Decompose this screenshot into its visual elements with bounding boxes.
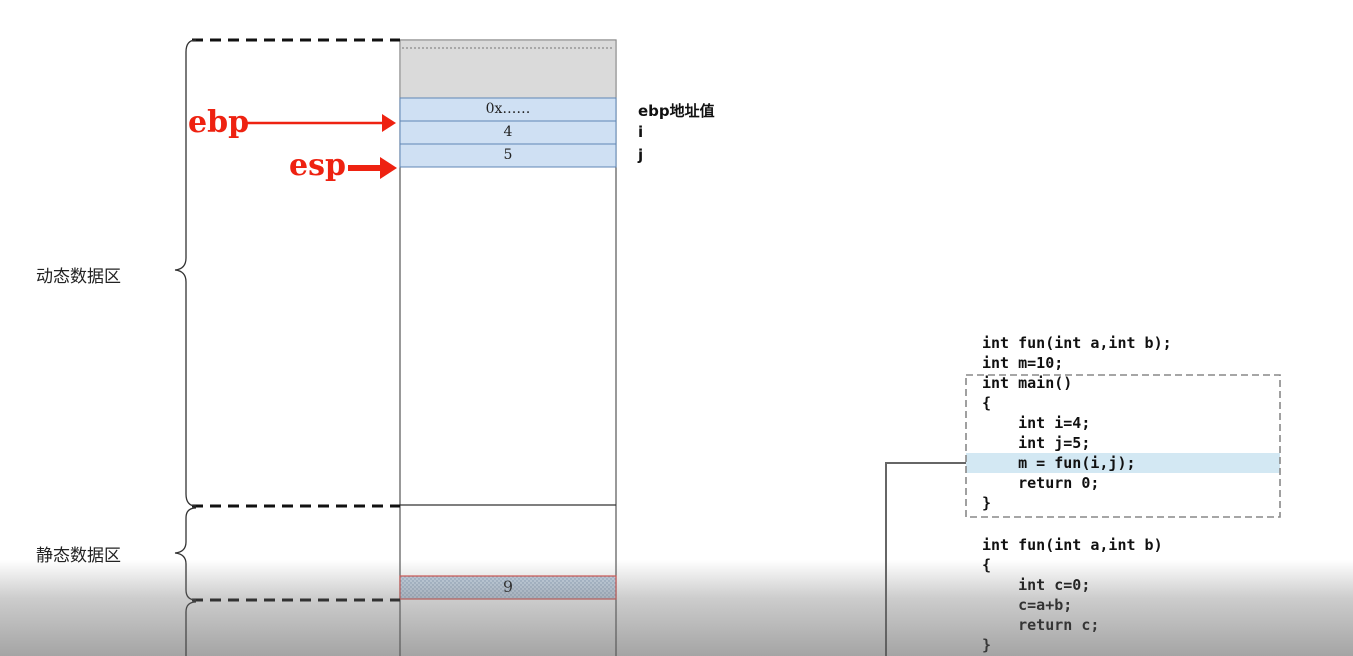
memory-diagram-canvas: [174, 38, 1281, 656]
static-cell-m-text: 9: [502, 577, 514, 596]
stack-cell-ebp-value-text: 0x……: [485, 101, 531, 117]
memory-top-block: [399, 39, 617, 99]
code-line: c=a+b;: [982, 596, 1073, 614]
ebp-arrow-head: [382, 114, 396, 132]
stack-label-i: i: [638, 123, 644, 141]
esp-label: esp: [289, 148, 346, 183]
code-line: return c;: [982, 616, 1100, 634]
code-line: int i=4;: [982, 414, 1091, 432]
esp-arrow-head: [380, 157, 397, 179]
stack-label-j: j: [638, 146, 644, 164]
code-line: int fun(int a,int b);: [982, 334, 1172, 352]
code-line-highlighted: m = fun(i,j);: [982, 454, 1136, 472]
ebp-label: ebp: [188, 105, 250, 140]
code-line: return 0;: [982, 474, 1100, 492]
code-line: int c=0;: [982, 576, 1091, 594]
dynamic-region-label: 动态数据区: [36, 267, 121, 287]
code-line: {: [982, 556, 992, 574]
stack-cell-i-text: 4: [503, 124, 513, 140]
call-connector-line: [885, 462, 966, 656]
code-line: int main(): [982, 374, 1073, 392]
code-line: }: [982, 494, 992, 512]
stack-cell-j-text: 5: [503, 147, 513, 163]
code-line: int fun(int a,int b): [982, 536, 1163, 554]
static-region-label: 静态数据区: [36, 546, 121, 566]
code-line: }: [982, 636, 992, 654]
next-region-brace: [185, 601, 197, 656]
code-line: {: [982, 394, 992, 412]
code-line: int j=5;: [982, 434, 1091, 452]
stack-label-ebp-address: ebp地址值: [638, 102, 715, 120]
code-line: int m=10;: [982, 354, 1064, 372]
static-region-brace: [174, 507, 197, 601]
